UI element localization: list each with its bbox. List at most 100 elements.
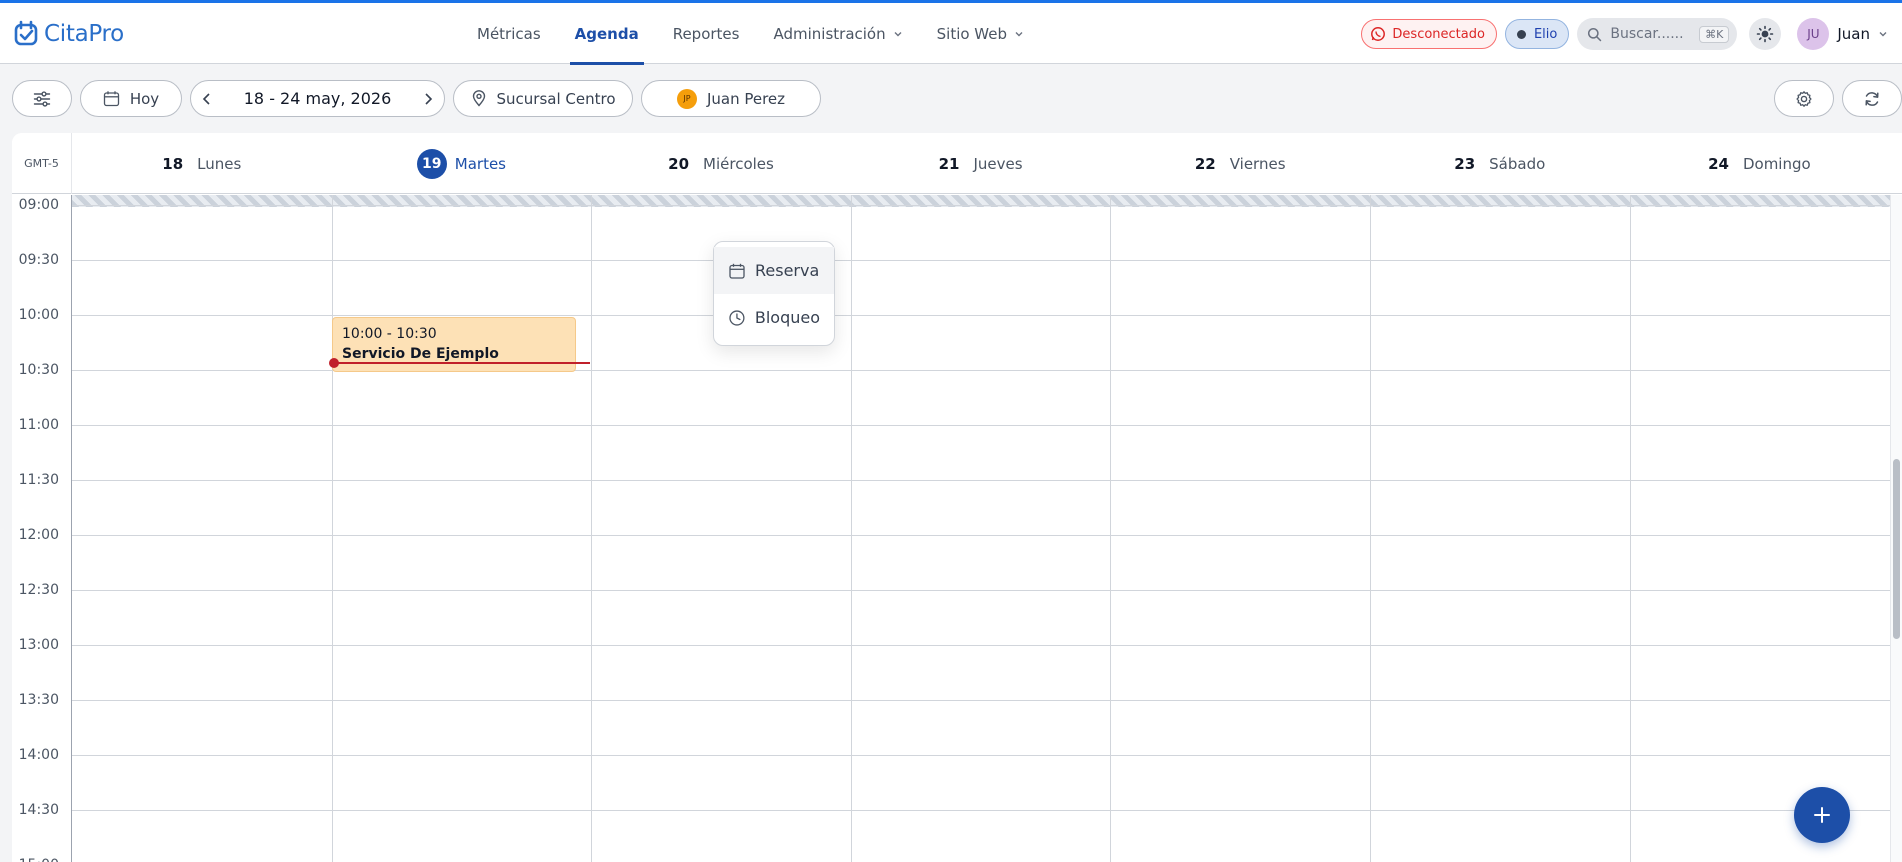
current-time-line (334, 362, 590, 364)
day-name: Sábado (1489, 154, 1546, 173)
today-button[interactable]: Hoy (80, 80, 182, 117)
chevron-left-icon[interactable] (201, 92, 213, 106)
hour-label: 11:00 (18, 417, 59, 433)
event-title: Servicio De Ejemplo (342, 346, 499, 362)
sliders-icon (33, 90, 51, 107)
hour-label: 15:00 (12, 857, 59, 862)
filters-button[interactable] (12, 80, 72, 117)
hour-grid-line (72, 810, 1890, 811)
calendar-grid[interactable]: 09:00 09:30 10:00 10:30 11:00 11:30 12:00 12:30… (12, 195, 1902, 862)
main-nav: Métricas Agenda Reportes Administración … (460, 3, 1041, 65)
refresh-icon (1865, 91, 1879, 106)
search-shortcut: ⌘K (1699, 25, 1730, 43)
branch-label: Sucursal Centro (496, 89, 616, 108)
agenda-toolbar: Hoy 18 - 24 may, 2026 Sucursal Centro JP… (12, 80, 821, 118)
whatsapp-icon (1371, 27, 1386, 41)
day-column-divider (1110, 195, 1112, 862)
hour-grid-line (72, 315, 1890, 316)
hour-grid-line (72, 590, 1890, 591)
whatsapp-status-button[interactable]: Desconectado (1361, 19, 1497, 49)
user-pill-button[interactable]: Elio (1504, 19, 1570, 49)
nav-label: Administración (773, 24, 886, 43)
day-number: 19 (416, 148, 447, 179)
day-header[interactable]: 18 Lunes (72, 133, 332, 194)
hour-grid-line (72, 205, 1890, 206)
staff-selector[interactable]: JP Juan Perez (641, 80, 821, 117)
today-label: Hoy (129, 89, 160, 108)
branch-selector[interactable]: Sucursal Centro (453, 80, 633, 117)
day-column-divider (1629, 195, 1631, 862)
nav-metricas[interactable]: Métricas (460, 3, 558, 64)
add-appointment-button[interactable] (1794, 787, 1850, 843)
hour-label: 14:00 (18, 747, 59, 763)
chevron-right-icon[interactable] (422, 92, 434, 106)
hour-label: 09:00 (18, 197, 59, 213)
gear-icon (1796, 90, 1812, 107)
time-column-divider (71, 195, 72, 862)
staff-label: Juan Perez (706, 89, 786, 108)
status-label: Desconectado (1392, 26, 1485, 42)
nav-label: Agenda (574, 24, 639, 43)
hour-label: 10:30 (18, 362, 59, 378)
day-header[interactable]: 23 Sábado (1370, 133, 1630, 194)
nav-label: Reportes (672, 24, 740, 43)
menu-item-label: Bloqueo (754, 308, 820, 327)
plus-icon (1814, 807, 1830, 823)
day-header[interactable]: 22 Viernes (1110, 133, 1370, 194)
hour-label: 12:00 (18, 527, 59, 543)
day-column-divider (331, 195, 333, 862)
hour-grid-line (72, 425, 1890, 426)
scrollbar-thumb[interactable] (1893, 459, 1900, 639)
nav-label: Métricas (477, 24, 541, 43)
logo-icon (14, 20, 38, 46)
refresh-button[interactable] (1842, 80, 1902, 117)
map-pin-icon (472, 90, 485, 107)
hour-grid-line (72, 700, 1890, 701)
theme-toggle-button[interactable] (1749, 18, 1782, 50)
app-name: CitaPro (44, 21, 124, 47)
status-dot-icon (1516, 29, 1526, 39)
search-input[interactable]: Buscar...... ⌘K (1577, 18, 1738, 50)
app-logo[interactable]: CitaPro (14, 19, 124, 49)
user-menu-button[interactable]: JU Juan (1797, 18, 1888, 50)
user-name: Juan (1837, 25, 1870, 43)
nav-reportes[interactable]: Reportes (656, 3, 757, 64)
hour-label: 12:30 (18, 582, 59, 598)
avatar: JU (1797, 18, 1830, 50)
calendar-header: GMT-5 18 Lunes 19 Martes 20 Miércoles 21 Jueves… (12, 133, 1902, 194)
hour-grid-line (72, 645, 1890, 646)
calendar-scrollbar[interactable] (1890, 195, 1902, 862)
search-placeholder: Buscar...... (1610, 26, 1684, 42)
menu-item-bloqueo[interactable]: Bloqueo (714, 294, 834, 341)
nav-agenda[interactable]: Agenda (558, 3, 656, 65)
chevron-down-icon (1015, 31, 1023, 36)
top-header: CitaPro Métricas Agenda Reportes Adminis… (0, 3, 1902, 65)
day-header[interactable]: 20 Miércoles (591, 133, 851, 194)
nav-label: Sitio Web (936, 24, 1008, 43)
calendar-icon (729, 263, 745, 279)
date-range-picker[interactable]: 18 - 24 may, 2026 (190, 80, 445, 117)
nav-administracion[interactable]: Administración (756, 3, 919, 64)
sun-icon (1757, 25, 1774, 43)
day-name: Miércoles (703, 154, 774, 173)
hour-label: 09:30 (18, 252, 59, 268)
hour-label: 14:30 (18, 802, 59, 818)
day-header[interactable]: 19 Martes (332, 133, 592, 194)
day-header[interactable]: 21 Jueves (851, 133, 1111, 194)
nav-sitio-web[interactable]: Sitio Web (920, 3, 1041, 64)
menu-item-label: Reserva (755, 261, 820, 280)
day-name: Jueves (973, 154, 1023, 173)
user-pill-label: Elio (1533, 26, 1558, 42)
settings-button[interactable] (1774, 80, 1834, 117)
chevron-down-icon (894, 31, 902, 36)
day-column-divider (1370, 195, 1371, 862)
day-name: Domingo (1742, 154, 1811, 173)
menu-item-reserva[interactable]: Reserva (714, 247, 834, 294)
day-column-divider (850, 195, 852, 862)
chevron-down-icon (1879, 32, 1887, 37)
day-number: 24 (1708, 154, 1729, 173)
timezone-label: GMT-5 (12, 133, 72, 194)
day-header[interactable]: 24 Domingo (1630, 133, 1890, 194)
current-time-dot (329, 358, 339, 368)
hour-label: 13:30 (18, 692, 59, 708)
